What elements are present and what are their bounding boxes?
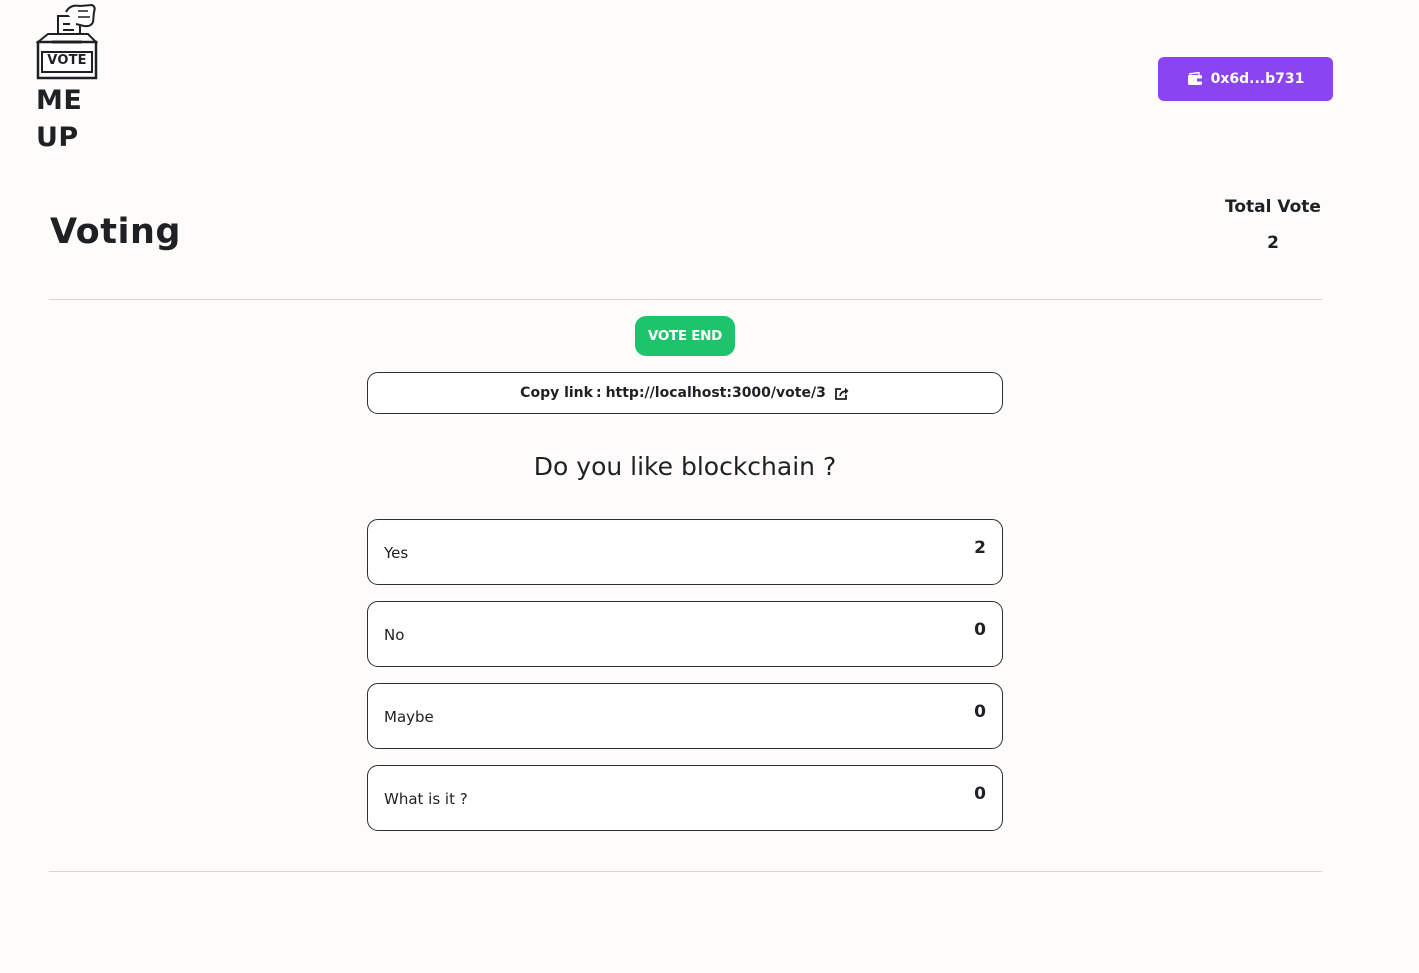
wallet-icon [1187,72,1203,86]
option-count: 0 [974,702,986,722]
vote-question: Do you like blockchain ? [533,452,837,481]
option-label: Yes [384,544,409,562]
app-logo[interactable]: VOTE ME UP [36,2,100,156]
top-divider [49,299,1322,300]
bottom-divider [49,871,1322,872]
option-count: 0 [974,784,986,804]
logo-text: ME UP [36,82,100,156]
wallet-address: 0x6d...b731 [1210,71,1305,87]
option-count: 2 [974,538,986,558]
vote-option-what-is-it[interactable]: What is it ? 0 [367,765,1003,831]
copy-link-label: Copy link [520,385,593,401]
logo-line-2: UP [36,122,79,153]
option-label: No [384,626,405,644]
logo-line-1: ME [36,85,83,116]
total-vote: Total Vote 2 [1213,195,1333,253]
page-title: Voting [50,212,181,252]
option-count: 0 [974,620,986,640]
option-label: What is it ? [384,790,468,808]
logo-box-text: VOTE [47,53,87,68]
copy-link-separator: : [595,385,602,401]
vote-status-badge: VOTE END [635,316,735,356]
option-label: Maybe [384,708,434,726]
ballot-box-icon [36,3,98,80]
copy-link-url: http://localhost:3000/vote/3 [605,385,826,401]
wallet-button[interactable]: 0x6d...b731 [1158,57,1333,101]
external-link-icon [834,386,850,401]
total-vote-value: 2 [1267,233,1279,253]
copy-link-button[interactable]: Copy link : http://localhost:3000/vote/3 [367,372,1003,414]
vote-option-yes[interactable]: Yes 2 [367,519,1003,585]
vote-option-no[interactable]: No 0 [367,601,1003,667]
vote-option-maybe[interactable]: Maybe 0 [367,683,1003,749]
total-vote-label: Total Vote [1225,197,1321,217]
